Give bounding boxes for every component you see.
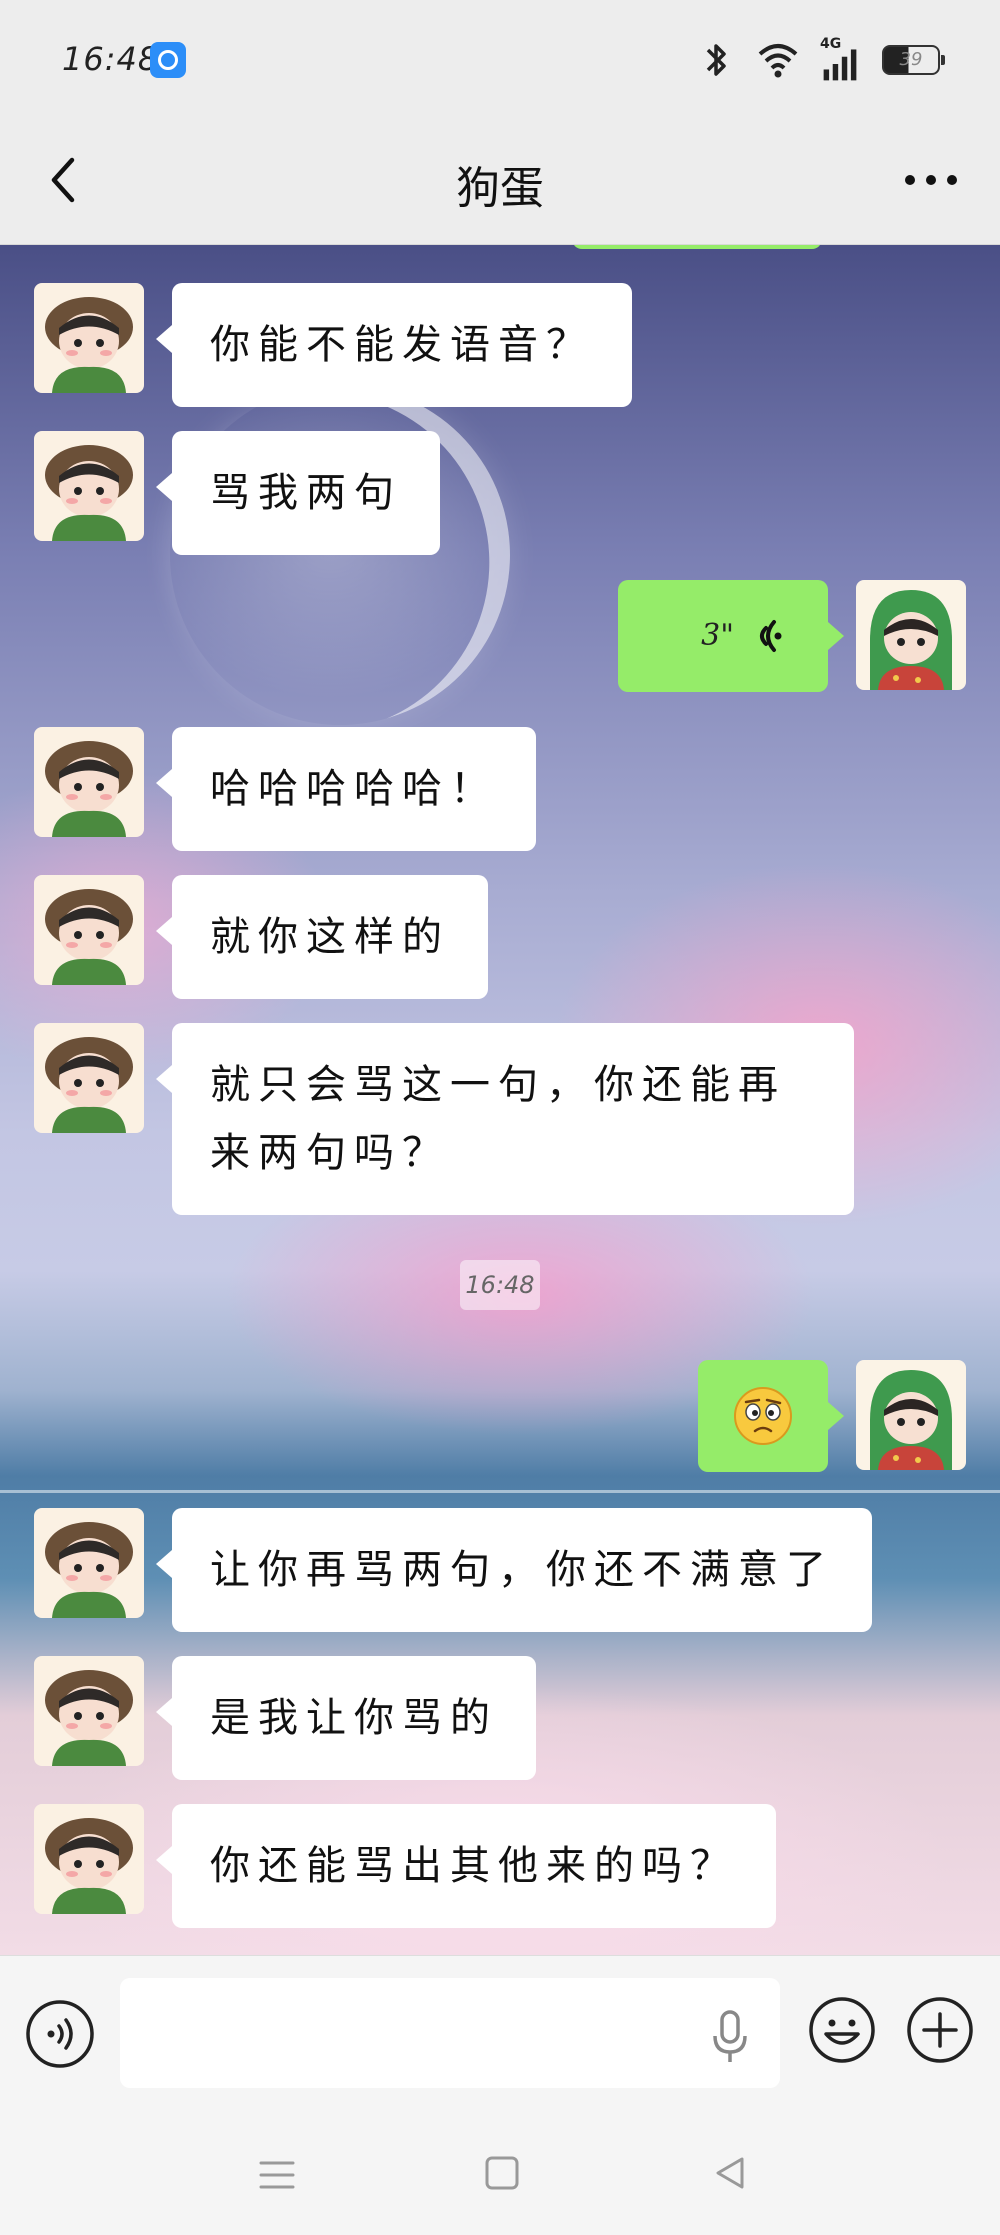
contact-avatar[interactable] — [34, 875, 144, 985]
bluetooth-icon — [706, 44, 726, 76]
message-row: 哈哈哈哈哈！ — [34, 727, 564, 851]
incoming-message-bubble[interactable]: 哈哈哈哈哈！ — [156, 727, 536, 851]
message-text-input[interactable] — [120, 1978, 780, 2088]
voice-input-toggle-icon[interactable] — [24, 1998, 96, 2070]
contact-avatar[interactable] — [34, 727, 144, 837]
cellular-signal: 4G — [820, 36, 864, 82]
message-text: 让你再骂两句，你还不满意了 — [210, 1547, 834, 1593]
message-text: 骂我两句 — [210, 470, 402, 516]
chat-header: 狗蛋 — [0, 120, 1000, 245]
message-text: 你还能骂出其他来的吗？ — [210, 1843, 738, 1889]
outgoing-voice-message[interactable]: 3" — [618, 580, 844, 692]
outgoing-emoji-message[interactable] — [698, 1360, 844, 1472]
message-row: 让你再骂两句，你还不满意了 — [34, 1508, 900, 1632]
home-icon[interactable] — [482, 2153, 522, 2193]
contact-avatar[interactable] — [34, 1023, 144, 1133]
status-time: 16:48 — [62, 40, 160, 78]
signal-icon — [823, 49, 857, 81]
incoming-message-bubble[interactable]: 是我让你骂的 — [156, 1656, 536, 1780]
message-row: 你还能骂出其他来的吗？ — [34, 1804, 804, 1928]
voice-duration: 3" — [701, 618, 734, 653]
user-avatar[interactable] — [856, 1360, 966, 1470]
incoming-message-bubble[interactable]: 就只会骂这一句，你还能再来两句吗？ — [156, 1023, 854, 1215]
contact-avatar[interactable] — [34, 431, 144, 541]
message-input-bar — [0, 1955, 1000, 2115]
partial-outgoing-bubble — [572, 245, 822, 249]
message-text: 你能不能发语音？ — [210, 322, 594, 368]
battery-level: 39 — [899, 49, 923, 70]
message-row: 就只会骂这一句，你还能再来两句吗？ — [34, 1023, 882, 1215]
user-avatar[interactable] — [856, 580, 966, 690]
wifi-icon — [758, 44, 798, 78]
emoji-picker-icon[interactable] — [806, 1994, 878, 2066]
message-row: 就你这样的 — [34, 875, 516, 999]
microphone-icon[interactable] — [705, 2006, 755, 2066]
contact-avatar[interactable] — [34, 1656, 144, 1766]
chat-message-list[interactable]: 你能不能发语音？ 骂我两句 3" 哈哈哈哈哈！ 就你这样的 就只会骂这一句，你还… — [0, 245, 1000, 1955]
system-back-icon[interactable] — [708, 2151, 752, 2195]
incoming-message-bubble[interactable]: 你能不能发语音？ — [156, 283, 632, 407]
message-row — [670, 1360, 966, 1472]
system-navigation-bar — [0, 2115, 1000, 2235]
add-attachment-icon[interactable] — [904, 1994, 976, 2066]
message-row: 你能不能发语音？ — [34, 283, 660, 407]
confused-face-icon — [734, 1387, 792, 1445]
more-options-icon[interactable] — [896, 150, 966, 210]
message-text: 就只会骂这一句，你还能再来两句吗？ — [210, 1062, 786, 1176]
message-row: 3" — [590, 580, 966, 692]
app-notification-icon — [150, 42, 186, 78]
voice-wave-icon — [760, 620, 782, 652]
message-text: 哈哈哈哈哈！ — [210, 766, 498, 812]
incoming-message-bubble[interactable]: 你还能骂出其他来的吗？ — [156, 1804, 776, 1928]
incoming-message-bubble[interactable]: 骂我两句 — [156, 431, 440, 555]
background-horizon — [0, 1490, 1000, 1493]
incoming-message-bubble[interactable]: 就你这样的 — [156, 875, 488, 999]
message-row: 是我让你骂的 — [34, 1656, 564, 1780]
recent-apps-icon[interactable] — [255, 2153, 299, 2197]
contact-avatar[interactable] — [34, 1508, 144, 1618]
battery-icon: 39 — [882, 45, 945, 75]
contact-avatar[interactable] — [34, 1804, 144, 1914]
message-row: 骂我两句 — [34, 431, 468, 555]
message-text: 就你这样的 — [210, 914, 450, 960]
message-timestamp: 16:48 — [460, 1260, 540, 1310]
chat-title: 狗蛋 — [456, 163, 544, 214]
incoming-message-bubble[interactable]: 让你再骂两句，你还不满意了 — [156, 1508, 872, 1632]
status-bar: 16:48 4G 39 — [0, 0, 1000, 120]
contact-avatar[interactable] — [34, 283, 144, 393]
message-text: 是我让你骂的 — [210, 1695, 498, 1741]
status-icons: 4G 39 — [696, 36, 945, 84]
